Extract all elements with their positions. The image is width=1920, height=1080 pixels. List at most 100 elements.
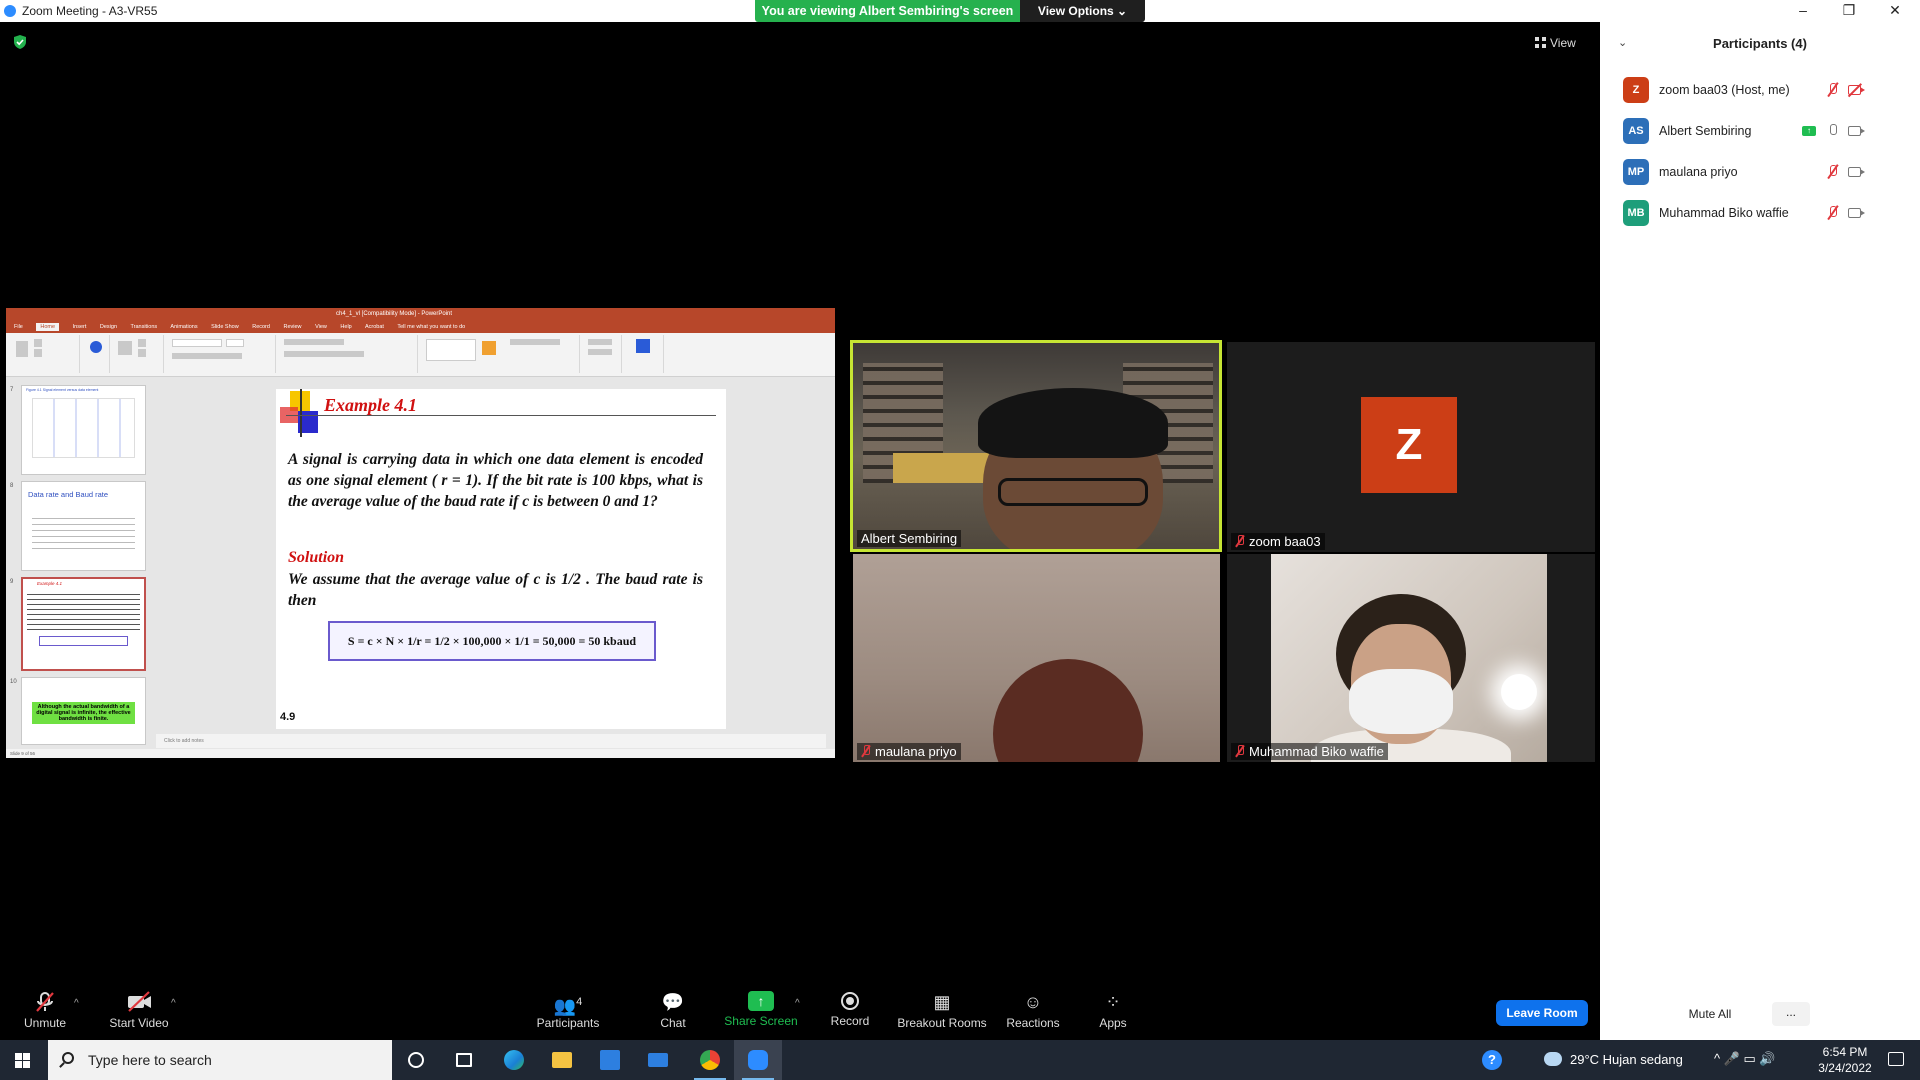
chat-button[interactable]: 💬 Chat (628, 982, 718, 1040)
video-tile-name: Albert Sembiring (857, 530, 962, 547)
mute-all-button[interactable]: Mute All (1660, 1002, 1760, 1026)
mic-muted-icon[interactable] (1826, 82, 1840, 98)
view-options-button[interactable]: View Options ⌄ (1020, 0, 1145, 22)
participant-figure (978, 388, 1168, 458)
video-tile-maulana[interactable]: maulana priyo (853, 554, 1220, 762)
participant-row[interactable]: AS Albert Sembiring ↑ (1600, 111, 1920, 151)
apps-label: Apps (1099, 1016, 1127, 1030)
system-tray-icons[interactable]: ^ 🎤 ▭ 🔊 (1714, 1051, 1776, 1067)
thumb-title: Although the actual bandwidth of a digit… (32, 702, 135, 724)
thumb-title: Figure 4.1 Signal element versus data el… (26, 388, 99, 392)
video-off-icon (128, 991, 151, 1012)
record-icon (841, 992, 859, 1010)
meeting-toolbar: Unmute ^ Start Video ^ 👥4 Participants 💬… (0, 982, 1600, 1040)
video-options-caret[interactable]: ^ (171, 998, 176, 1009)
participants-button[interactable]: 👥4 Participants (523, 982, 613, 1040)
weather-text[interactable]: 29°C Hujan sedang (1570, 1052, 1683, 1067)
reactions-button[interactable]: ☺ Reactions (988, 982, 1078, 1040)
ppt-tab: View (315, 324, 327, 330)
breakout-rooms-button[interactable]: ▦ Breakout Rooms (892, 982, 992, 1040)
slide-thumbnails-pane[interactable]: 7 Figure 4.1 Signal element versus data … (6, 377, 156, 749)
reactions-label: Reactions (1006, 1016, 1060, 1030)
mic-muted-icon (1235, 745, 1245, 757)
more-options-button[interactable]: ... (1772, 1002, 1810, 1026)
view-layout-button[interactable]: View (1535, 32, 1590, 54)
encryption-shield-icon[interactable] (12, 34, 28, 50)
ribbon-group-drawing (420, 335, 580, 373)
participant-row[interactable]: Z zoom baa03 (Host, me) (1600, 70, 1920, 110)
slide-formula: S = c × N × 1/r = 1/2 × 100,000 × 1/1 = … (328, 621, 656, 661)
notifications-icon[interactable] (1888, 1052, 1904, 1066)
video-tile-name-bar: maulana priyo (857, 743, 961, 760)
video-tile-albert[interactable]: Albert Sembiring (850, 340, 1222, 552)
mic-muted-icon (861, 745, 871, 757)
record-button[interactable]: Record (805, 982, 895, 1040)
clock[interactable]: 6:54 PM 3/24/2022 (1808, 1044, 1882, 1076)
view-label: View (1550, 36, 1576, 50)
participant-row[interactable]: MB Muhammad Biko waffie (1600, 193, 1920, 233)
participant-row[interactable]: MP maulana priyo (1600, 152, 1920, 192)
collapse-panel-icon[interactable]: ⌄ (1618, 36, 1627, 49)
weather-icon[interactable] (1544, 1052, 1562, 1066)
search-icon (62, 1052, 74, 1064)
file-explorer-icon[interactable] (538, 1040, 586, 1080)
video-icon[interactable] (1848, 126, 1865, 136)
unmute-button[interactable]: Unmute (0, 982, 90, 1040)
close-button[interactable]: ✕ (1872, 0, 1918, 22)
slide-thumbnail[interactable]: Data rate and Baud rate (21, 481, 146, 571)
video-icon[interactable] (1848, 167, 1865, 177)
record-label: Record (830, 1014, 870, 1028)
ppt-status-bar: Slide 9 of 56 (6, 749, 835, 758)
participants-icon: 👥4 (553, 996, 583, 1016)
shared-screen[interactable]: ch4_1_vl [Compatibility Mode] - PowerPoi… (6, 308, 835, 758)
start-button[interactable] (0, 1040, 46, 1080)
start-video-button[interactable]: Start Video (94, 982, 184, 1040)
zoom-icon[interactable] (734, 1040, 782, 1080)
current-slide[interactable]: Example 4.1 A signal is carrying data in… (276, 389, 726, 729)
windows-taskbar: Type here to search ? 29°C Hujan sedang … (0, 1040, 1920, 1080)
edge-icon[interactable] (490, 1040, 538, 1080)
store-icon[interactable] (586, 1040, 634, 1080)
participant-name: maulana priyo (1659, 165, 1738, 179)
slide-thumbnail[interactable]: Figure 4.1 Signal element versus data el… (21, 385, 146, 475)
ppt-tab: File (14, 324, 23, 330)
video-tile-name: Muhammad Biko waffie (1249, 744, 1384, 759)
cortana-icon[interactable] (392, 1040, 440, 1080)
avatar: Z (1623, 77, 1649, 103)
mic-muted-icon[interactable] (1826, 205, 1840, 221)
video-frame (1271, 554, 1547, 762)
ribbon-group-editing (582, 335, 622, 373)
breakout-rooms-icon: ▦ (933, 992, 951, 1012)
audio-options-caret[interactable]: ^ (74, 998, 79, 1009)
slide-thumbnail[interactable]: Although the actual bandwidth of a digit… (21, 677, 146, 745)
video-tile-name-bar: zoom baa03 (1231, 533, 1325, 550)
share-screen-button[interactable]: ↑ Share Screen (716, 982, 806, 1040)
avatar: AS (1623, 118, 1649, 144)
mic-icon[interactable] (1826, 123, 1840, 139)
notes-pane[interactable]: Click to add notes (156, 734, 826, 748)
video-tile-muhammad[interactable]: Muhammad Biko waffie (1227, 554, 1595, 762)
thumb-number: 10 (10, 679, 17, 685)
face-mask (1349, 669, 1453, 734)
leave-room-button[interactable]: Leave Room (1496, 1000, 1588, 1026)
maximize-button[interactable]: ❐ (1826, 0, 1872, 22)
participant-figure (998, 478, 1148, 506)
video-off-icon[interactable] (1848, 85, 1865, 95)
mic-muted-icon[interactable] (1826, 164, 1840, 180)
start-video-label: Start Video (109, 1016, 169, 1030)
minimize-button[interactable]: – (1780, 0, 1826, 22)
slide-thumbnail-selected[interactable]: Example 4.1 (21, 577, 146, 671)
breakout-rooms-label: Breakout Rooms (897, 1016, 987, 1030)
share-options-caret[interactable]: ^ (795, 998, 800, 1009)
video-icon[interactable] (1848, 208, 1865, 218)
ppt-tell-me: Tell me what you want to do (397, 324, 466, 330)
task-view-icon[interactable] (440, 1040, 488, 1080)
thumb-number: 8 (10, 483, 14, 489)
help-icon[interactable]: ? (1482, 1050, 1502, 1070)
chrome-icon[interactable] (686, 1040, 734, 1080)
mail-icon[interactable] (634, 1040, 682, 1080)
chat-icon: 💬 (661, 992, 685, 1012)
apps-button[interactable]: ⁘ Apps (1068, 982, 1158, 1040)
video-tile-zoom-baa03[interactable]: Z zoom baa03 (1227, 342, 1595, 552)
taskbar-search-box[interactable]: Type here to search (48, 1040, 392, 1080)
